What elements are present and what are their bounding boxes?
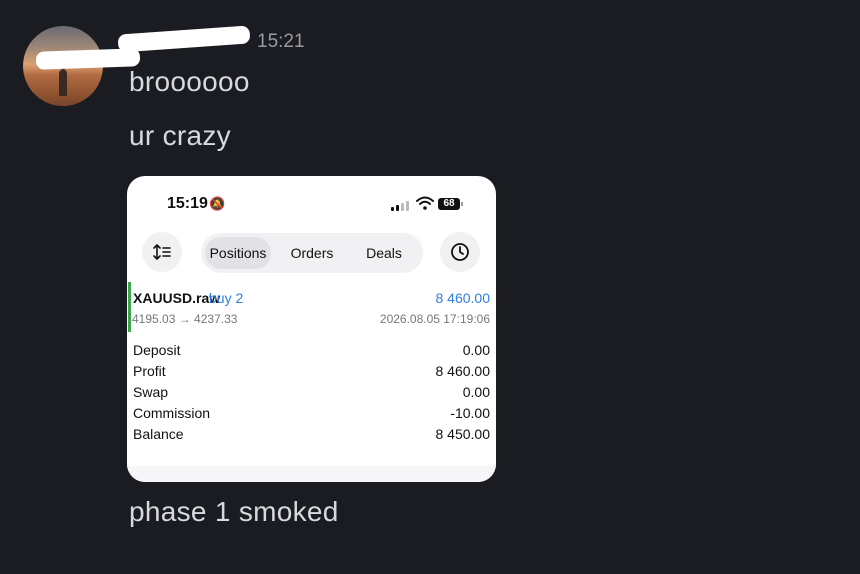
avatar-figure: [59, 64, 67, 96]
attached-screenshot[interactable]: 15:19 🔕 68 Positions Orders Deals XAUUSD…: [127, 176, 496, 482]
summary-row-balance: Balance 8 450.00: [127, 424, 496, 445]
position-side: buy 2: [209, 290, 244, 306]
clock-icon: [451, 243, 469, 261]
position-indicator: [128, 282, 131, 332]
summary-label: Profit: [133, 363, 166, 379]
summary-row-deposit: Deposit 0.00: [127, 340, 496, 361]
message-line-3: phase 1 smoked: [129, 496, 339, 527]
position-symbol: XAUUSD.raw: [133, 290, 221, 306]
position-prices: 4195.03 → 4237.33: [132, 312, 238, 326]
card-bottom-edge: [127, 460, 496, 482]
summary-row-profit: Profit 8 460.00: [127, 361, 496, 382]
summary-value: 8 460.00: [435, 363, 491, 379]
wifi-icon: [416, 196, 434, 210]
summary-value: 8 450.00: [435, 426, 491, 442]
summary-label: Deposit: [133, 342, 181, 358]
summary-value: 0.00: [462, 384, 490, 400]
cell-signal-icon: [391, 201, 411, 211]
tab-positions[interactable]: Positions: [205, 237, 271, 269]
position-open-time: 2026.08.05 17:19:06: [379, 312, 490, 326]
summary-label: Balance: [133, 426, 184, 442]
silent-bell-icon: 🔕: [209, 196, 226, 211]
battery-icon: 68: [438, 198, 463, 210]
message-line-2: ur crazy: [129, 120, 231, 151]
tab-bar: Positions Orders Deals: [201, 233, 423, 273]
tab-deals[interactable]: Deals: [353, 237, 415, 269]
history-button[interactable]: [440, 232, 480, 272]
position-profit: 8 460.00: [435, 290, 491, 306]
message-timestamp: 15:21: [257, 31, 305, 52]
summary-row-commission: Commission -10.00: [127, 403, 496, 424]
redacted-username: [117, 25, 251, 53]
summary-label: Commission: [133, 405, 211, 421]
account-summary: Deposit 0.00 Profit 8 460.00 Swap 0.00 C…: [127, 340, 496, 445]
summary-value: 0.00: [462, 342, 490, 358]
position-row[interactable]: XAUUSD.raw buy 2 8 460.00 4195.03 → 4237…: [127, 282, 496, 332]
sort-button[interactable]: [142, 232, 182, 272]
summary-row-swap: Swap 0.00: [127, 382, 496, 403]
message-line-1: broooooo: [129, 66, 250, 97]
summary-label: Swap: [133, 384, 169, 400]
sort-icon: [153, 244, 171, 260]
summary-value: -10.00: [450, 405, 490, 421]
status-time: 15:19: [167, 195, 208, 212]
tab-orders[interactable]: Orders: [281, 237, 343, 269]
redacted-username-extra: [35, 48, 141, 70]
